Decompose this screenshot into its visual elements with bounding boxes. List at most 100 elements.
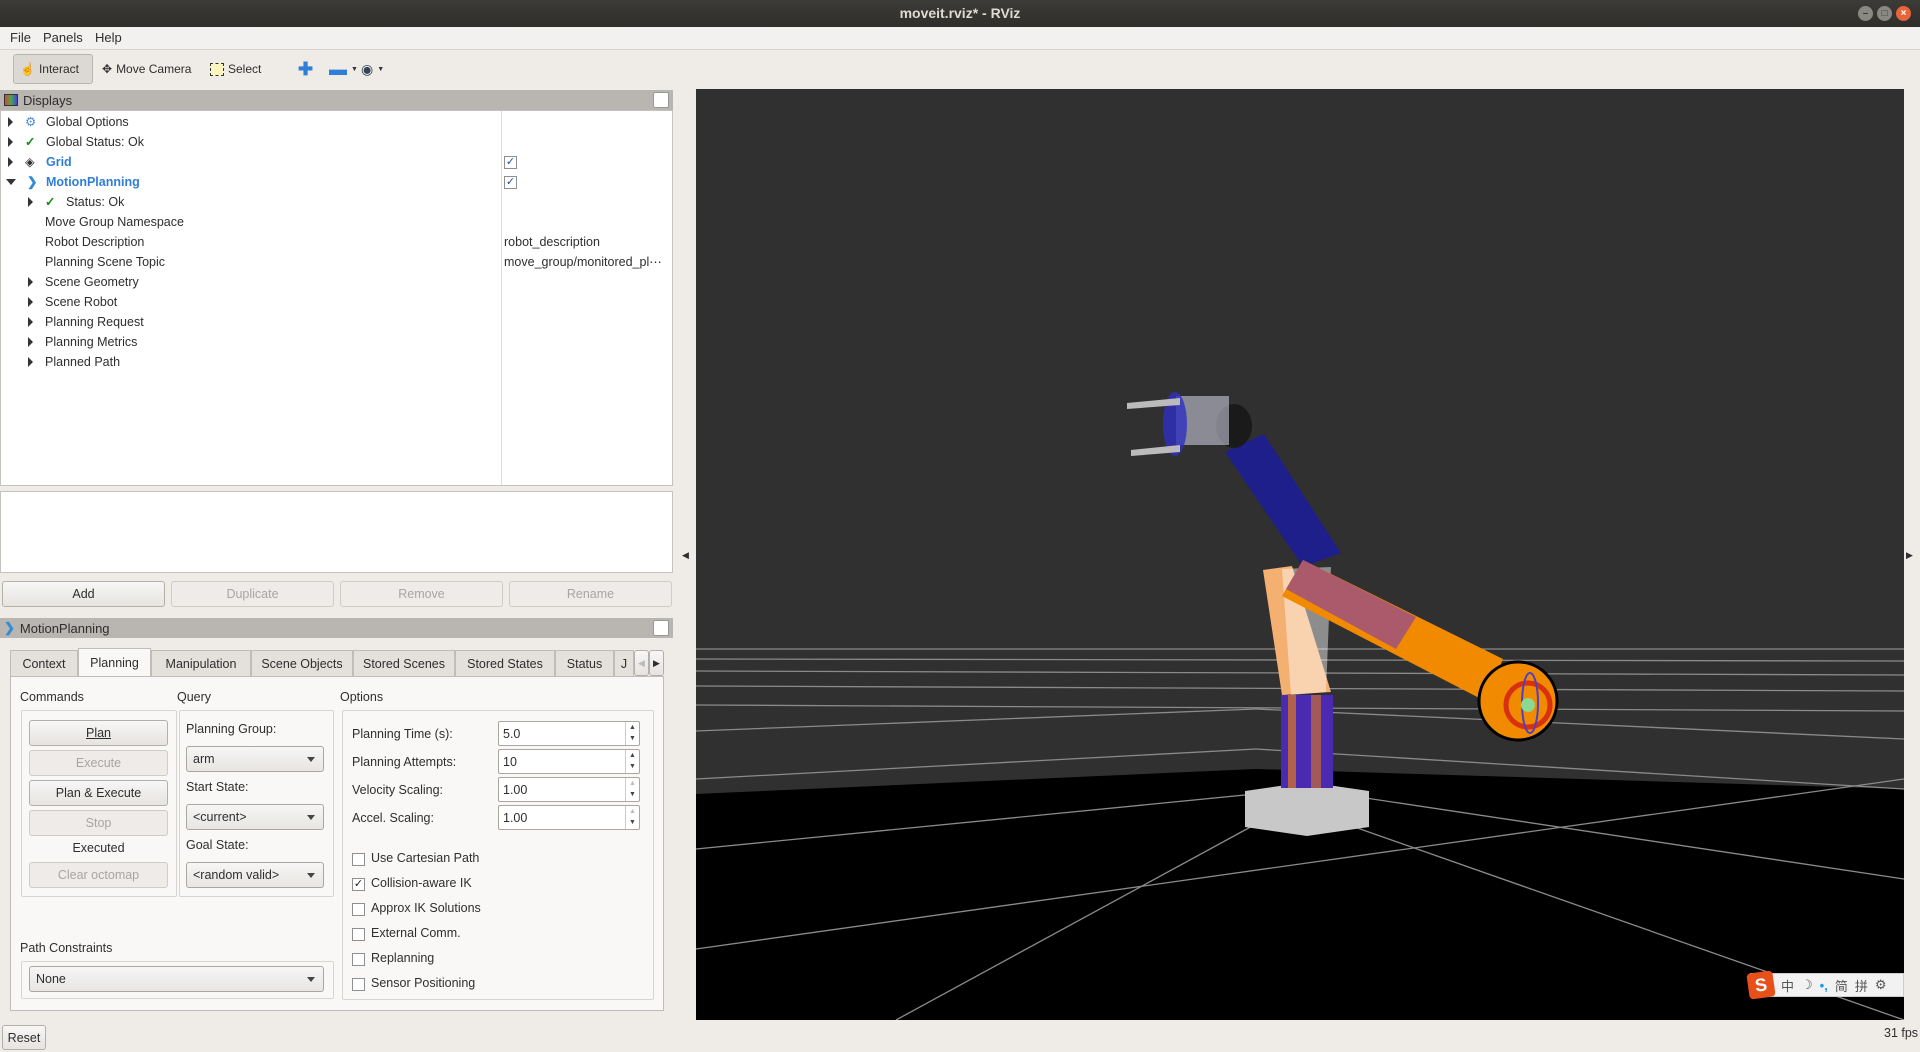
tree-item-motion-planning[interactable]: ❯ MotionPlanning ✓ [1, 172, 671, 192]
tree-item-scene-geometry[interactable]: Scene Geometry [1, 272, 671, 292]
moon-icon[interactable]: ☽ [1801, 977, 1813, 993]
check-icon: ✓ [25, 135, 36, 149]
minimize-button[interactable]: – [1858, 6, 1873, 21]
checkbox[interactable] [352, 953, 365, 966]
rename-button[interactable]: Rename [509, 581, 672, 607]
plan-and-execute-button[interactable]: Plan & Execute [29, 780, 168, 806]
clear-octomap-button[interactable]: Clear octomap [29, 862, 168, 888]
menu-panels[interactable]: Panels [43, 30, 83, 45]
expand-arrow-icon[interactable] [28, 357, 33, 367]
gear-icon[interactable]: ⚙ [1875, 977, 1887, 993]
execute-button[interactable]: Execute [29, 750, 168, 776]
motion-planning-float-checkbox[interactable] [653, 620, 669, 636]
duplicate-button[interactable]: Duplicate [171, 581, 334, 607]
menu-help[interactable]: Help [95, 30, 122, 45]
collapse-right-arrow-icon[interactable]: ▶ [1906, 550, 1913, 561]
interactive-marker-center[interactable] [1521, 698, 1535, 712]
ime-pinyin[interactable]: 拼 [1855, 976, 1868, 995]
expand-arrow-icon[interactable] [28, 337, 33, 347]
tab-stored-scenes[interactable]: Stored Scenes [353, 650, 455, 677]
add-tool-button[interactable]: ✚ [292, 54, 319, 84]
planning-time-input[interactable]: 5.0 ▲ ▼ [498, 721, 640, 746]
reset-button[interactable]: Reset [2, 1025, 46, 1050]
tab-status[interactable]: Status [555, 650, 614, 677]
checkbox[interactable] [352, 853, 365, 866]
add-button[interactable]: Add [2, 581, 165, 607]
spin-arrows-icon[interactable]: ▲ ▼ [625, 778, 639, 801]
move-camera-tool[interactable]: ✥ Move Camera [96, 54, 197, 84]
stop-button[interactable]: Stop [29, 810, 168, 836]
tree-item-grid[interactable]: ◈ Grid ✓ [1, 152, 671, 172]
tab-scroll-right-button[interactable]: ▶ [649, 650, 664, 676]
expand-arrow-icon[interactable] [28, 297, 33, 307]
tab-manipulation[interactable]: Manipulation [151, 650, 251, 677]
goal-state-select[interactable]: <random valid> [186, 862, 324, 888]
expand-arrow-icon[interactable] [28, 197, 33, 207]
expand-arrow-icon[interactable] [8, 157, 13, 167]
minus-icon: ▬ [329, 58, 347, 79]
velocity-scaling-input[interactable]: 1.00 ▲ ▼ [498, 777, 640, 802]
close-button[interactable]: × [1896, 6, 1911, 21]
tab-scene-objects[interactable]: Scene Objects [251, 650, 353, 677]
displays-float-checkbox[interactable] [653, 92, 669, 108]
tree-value[interactable]: robot_description [504, 232, 600, 252]
select-tool[interactable]: Select [204, 54, 267, 84]
tab-j-truncated[interactable]: J [614, 650, 634, 677]
checkbox[interactable] [352, 928, 365, 941]
tree-item-planned-path[interactable]: Planned Path [1, 352, 671, 372]
ime-chinese-mode[interactable]: 中 [1781, 976, 1794, 995]
tab-context[interactable]: Context [10, 650, 78, 677]
collapse-arrow-icon[interactable] [6, 179, 16, 185]
tab-planning[interactable]: Planning [78, 648, 151, 677]
displays-title: Displays [23, 92, 73, 108]
tree-item-move-group-namespace[interactable]: Move Group Namespace [1, 212, 671, 232]
menu-file[interactable]: File [10, 30, 31, 45]
planning-group-select[interactable]: arm [186, 746, 324, 772]
3d-render-view[interactable] [696, 89, 1904, 1020]
tree-item-planning-scene-topic[interactable]: Planning Scene Topic move_group/monitored… [1, 252, 671, 272]
start-state-select[interactable]: <current> [186, 804, 324, 830]
maximize-button[interactable]: □ [1877, 6, 1892, 21]
remove-button[interactable]: Remove [340, 581, 503, 607]
path-constraints-select[interactable]: None [29, 966, 324, 992]
tree-label: Planning Request [45, 315, 144, 329]
expand-arrow-icon[interactable] [8, 137, 13, 147]
tab-stored-states[interactable]: Stored States [455, 650, 555, 677]
tree-value[interactable]: move_group/monitored_pl⋯ [504, 252, 662, 272]
tree-item-status[interactable]: ✓ Status: Ok [1, 192, 671, 212]
title-bar: moveit.rviz* - RViz – □ × [0, 0, 1920, 27]
spin-arrows-icon[interactable]: ▲ ▼ [625, 722, 639, 745]
punctuation-icon[interactable]: •, [1820, 978, 1828, 993]
checkbox-checked[interactable]: ✓ [352, 878, 365, 891]
planning-group-label: Planning Group: [186, 722, 277, 736]
tree-item-planning-metrics[interactable]: Planning Metrics [1, 332, 671, 352]
ime-simplified[interactable]: 简 [1835, 976, 1848, 995]
motion-planning-enabled-checkbox[interactable]: ✓ [504, 176, 517, 189]
expand-arrow-icon[interactable] [28, 317, 33, 327]
plan-button[interactable]: Plan [29, 720, 168, 746]
tree-label: Planning Metrics [45, 335, 138, 349]
view-tool-button[interactable]: ◉ ▼ [355, 54, 390, 84]
spin-arrows-icon[interactable]: ▲ ▼ [625, 806, 639, 829]
spin-arrows-icon[interactable]: ▲ ▼ [625, 750, 639, 773]
tree-item-scene-robot[interactable]: Scene Robot [1, 292, 671, 312]
grid-enabled-checkbox[interactable]: ✓ [504, 156, 517, 169]
tree-item-robot-description[interactable]: Robot Description robot_description [1, 232, 671, 252]
checkbox[interactable] [352, 903, 365, 916]
planning-time-value: 5.0 [503, 726, 521, 741]
tree-item-planning-request[interactable]: Planning Request [1, 312, 671, 332]
move-camera-icon: ✥ [102, 62, 113, 76]
expand-arrow-icon[interactable] [8, 117, 13, 127]
ime-toolbar[interactable]: S 中 ☽ •, 简 拼 ⚙ [1746, 970, 1904, 1000]
tree-item-global-status[interactable]: ✓ Global Status: Ok [1, 132, 671, 152]
scene-svg[interactable] [696, 89, 1904, 1020]
accel-scaling-input[interactable]: 1.00 ▲ ▼ [498, 805, 640, 830]
collapse-left-arrow-icon[interactable]: ◀ [682, 550, 689, 561]
expand-arrow-icon[interactable] [28, 277, 33, 287]
planning-attempts-input[interactable]: 10 ▲ ▼ [498, 749, 640, 774]
tab-scroll-left-button[interactable]: ◀ [634, 650, 649, 676]
checkbox[interactable] [352, 978, 365, 991]
interact-tool[interactable]: ☝ Interact [13, 54, 93, 84]
start-state-label: Start State: [186, 780, 249, 794]
tree-item-global-options[interactable]: ⚙ Global Options [1, 112, 671, 132]
